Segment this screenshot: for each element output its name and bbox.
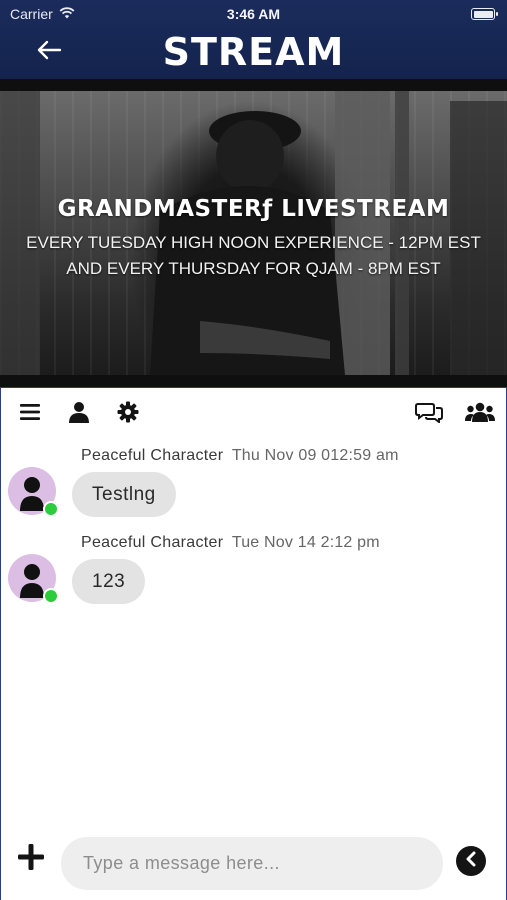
chat-message: Peaceful Character Tue Nov 14 2:12 pm 12… xyxy=(1,533,505,613)
message-header: Peaceful Character Thu Nov 09 012:59 am xyxy=(81,447,399,465)
hero-schedule-line-2: AND EVERY THURSDAY FOR QJAM - 8PM EST xyxy=(66,259,441,278)
battery-icon xyxy=(471,8,498,20)
user-icon xyxy=(68,401,90,428)
menu-icon xyxy=(19,403,41,426)
chat-message: Peaceful Character Thu Nov 09 012:59 am … xyxy=(1,446,505,526)
message-author[interactable]: Peaceful Character xyxy=(81,447,223,464)
settings-button[interactable] xyxy=(114,400,142,428)
status-bar: Carrier 3:46 AM xyxy=(0,0,507,28)
gear-icon xyxy=(117,401,139,428)
send-button[interactable] xyxy=(456,846,486,876)
add-attachment-button[interactable] xyxy=(15,843,47,875)
chevron-left-circle-icon xyxy=(464,851,478,872)
online-status-dot xyxy=(43,501,59,517)
message-bubble[interactable]: 123 xyxy=(72,559,146,604)
hero-banner: GRANDMASTERƒ LIVESTREAM EVERY TUESDAY HI… xyxy=(0,79,507,387)
message-timestamp: Thu Nov 09 012:59 am xyxy=(231,447,399,464)
message-author[interactable]: Peaceful Character xyxy=(81,534,223,551)
participants-button[interactable] xyxy=(464,400,496,428)
hero-image: GRANDMASTERƒ LIVESTREAM EVERY TUESDAY HI… xyxy=(0,91,507,375)
menu-button[interactable] xyxy=(16,400,44,428)
hero-title: GRANDMASTERƒ LIVESTREAM xyxy=(57,196,450,222)
hero-schedule-line-1: EVERY TUESDAY HIGH NOON EXPERIENCE - 12P… xyxy=(26,233,481,252)
chat-panel: Peaceful Character Thu Nov 09 012:59 am … xyxy=(0,387,507,900)
users-group-icon xyxy=(465,402,495,427)
message-composer xyxy=(1,834,505,894)
status-time: 3:46 AM xyxy=(226,6,281,22)
chat-bubbles-icon xyxy=(415,401,443,428)
message-timestamp: Tue Nov 14 2:12 pm xyxy=(231,534,380,551)
message-input[interactable] xyxy=(61,837,443,890)
message-bubble[interactable]: Testlng xyxy=(72,472,176,517)
chat-toolbar xyxy=(1,400,505,430)
online-status-dot xyxy=(43,588,59,604)
profile-button[interactable] xyxy=(65,400,93,428)
plus-icon xyxy=(17,843,45,876)
conversations-button[interactable] xyxy=(415,400,443,428)
brand-logo: STREAM xyxy=(162,30,345,74)
app-header: Carrier 3:46 AM STREAM xyxy=(0,0,507,79)
message-header: Peaceful Character Tue Nov 14 2:12 pm xyxy=(81,534,380,552)
